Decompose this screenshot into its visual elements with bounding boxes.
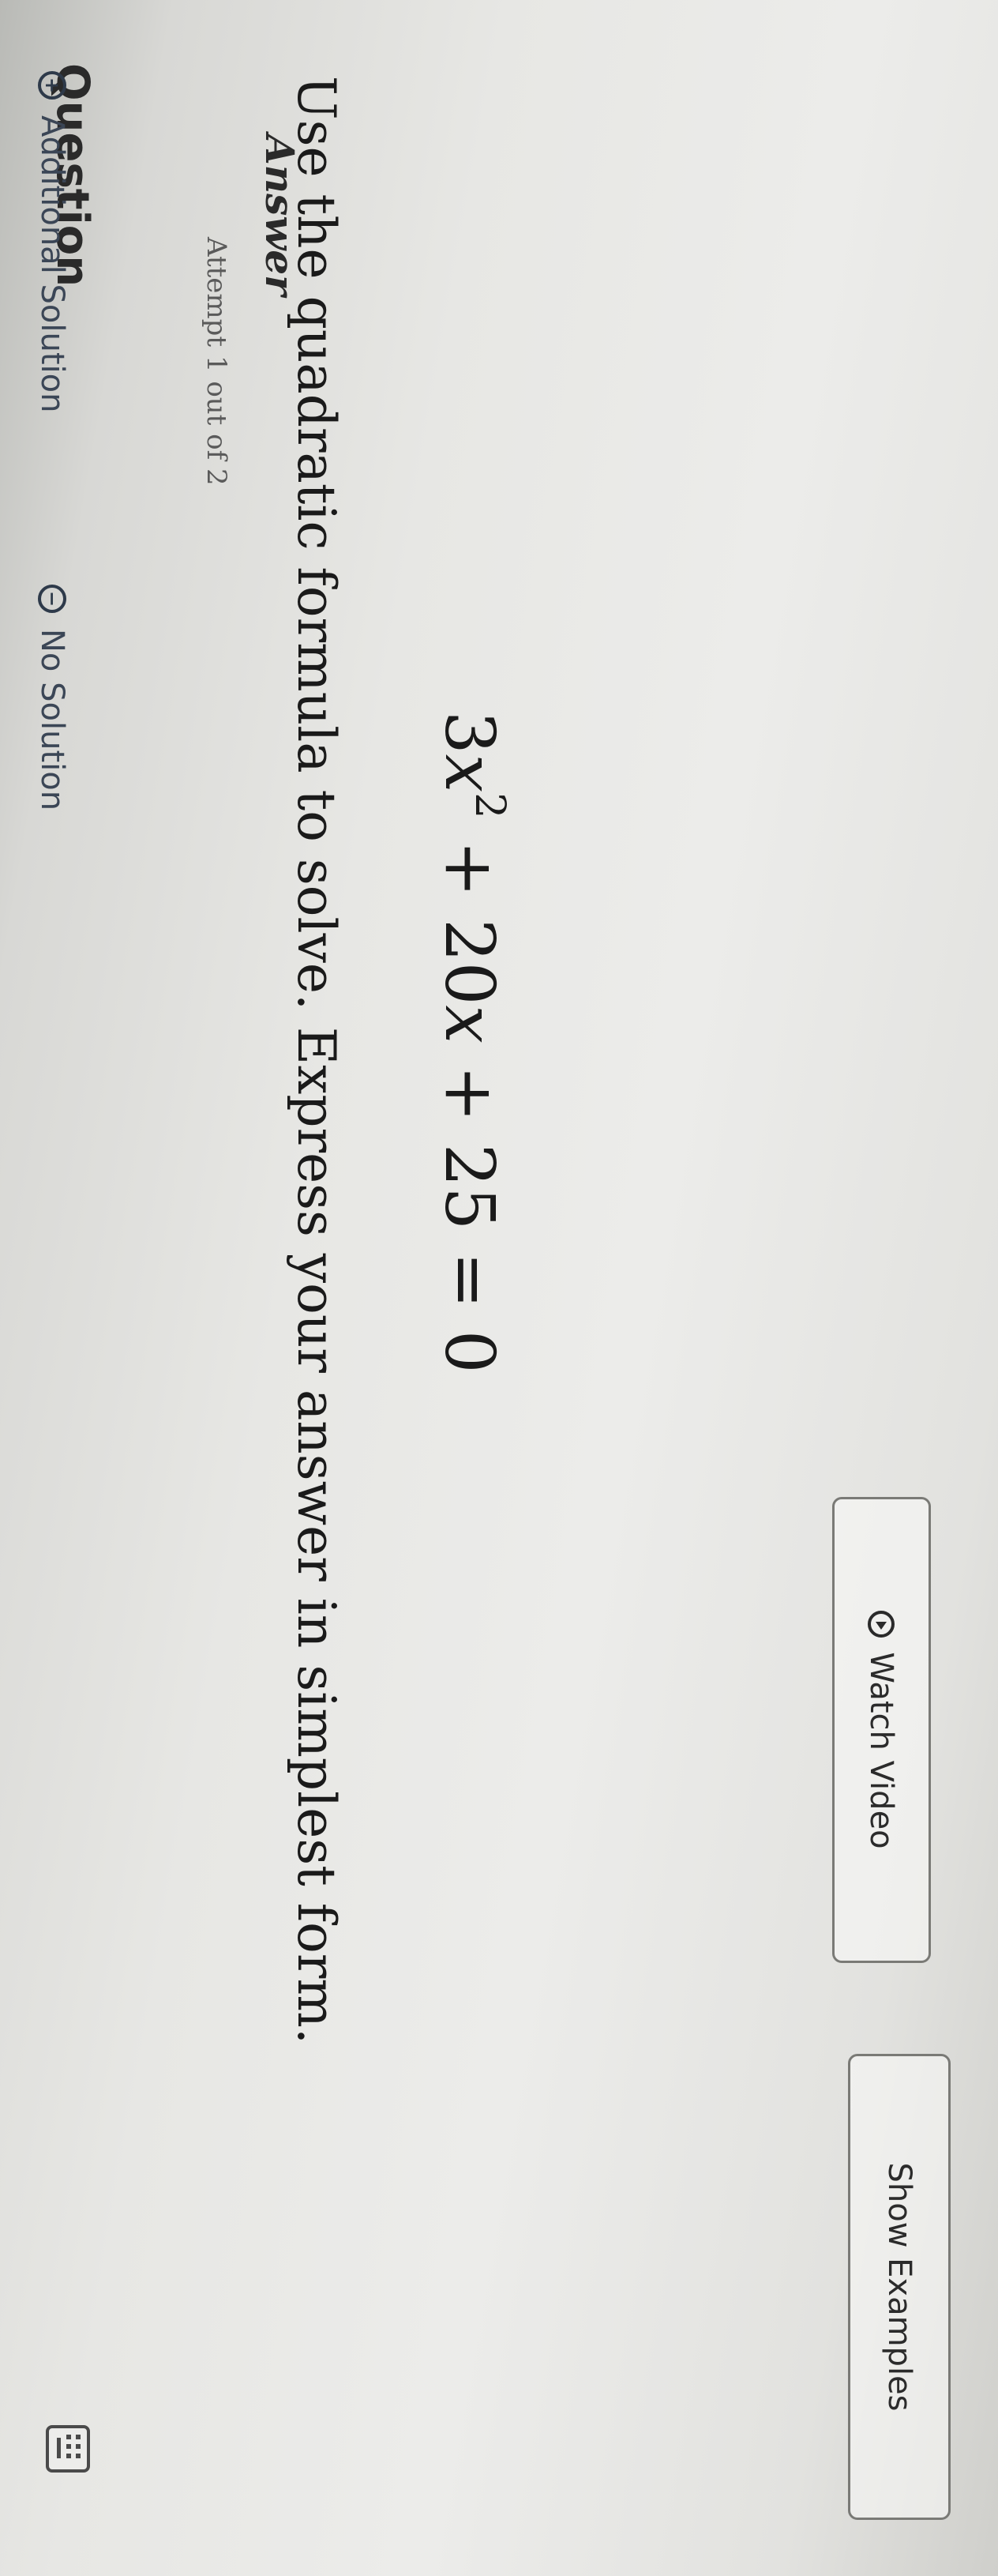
equation-exponent: 2 [465,792,513,819]
equation-op1: + [430,818,508,919]
equation-rhs: = 0 [430,1230,508,1374]
equation-var: x [430,754,508,793]
additional-solution-label: Additional Solution [34,115,70,413]
equation-coef-b: 20 [430,919,508,1006]
equation-var-2: x [430,1005,508,1044]
play-circle-icon [868,1611,895,1638]
answer-heading: Answer [257,134,303,296]
no-solution-label: No Solution [34,629,70,811]
equation-op2: + [430,1044,508,1144]
show-examples-label: Show Examples [881,2162,917,2412]
equation-constant: 25 [430,1143,508,1231]
additional-solution-button[interactable]: + Additional Solution [34,71,70,412]
quadratic-equation: 3x2 + 20x + 25 = 0 [430,711,513,1374]
watch-video-label: Watch Video [863,1652,900,1849]
question-instruction: Use the quadratic formula to solve. Expr… [286,76,347,2044]
plus-circle-icon: + [38,71,66,100]
show-examples-button[interactable]: Show Examples [848,2054,951,2520]
keyboard-icon[interactable] [46,2425,90,2473]
watch-video-button[interactable]: Watch Video [832,1497,931,1963]
minus-circle-icon: − [38,585,66,613]
equation-coef-a: 3 [430,711,508,754]
question-page: Question Watch Video Show Examples Use t… [0,0,998,2576]
attempt-counter: Attempt 1 out of 2 [201,237,232,486]
no-solution-button[interactable]: − No Solution [34,585,70,810]
screen: Question Watch Video Show Examples Use t… [0,0,998,2576]
